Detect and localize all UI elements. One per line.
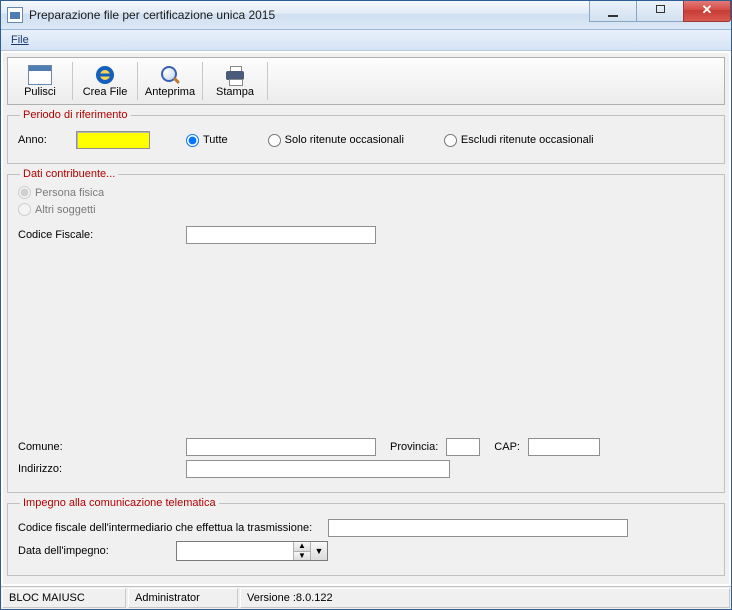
maximize-button[interactable] [636,1,684,22]
label-codice-fiscale: Codice Fiscale: [18,229,178,241]
toolbar-anteprima-label: Anteprima [145,86,195,98]
toolbar-stampa[interactable]: Stampa [203,58,267,104]
ie-icon [93,64,117,86]
input-data-impegno[interactable]: ▲ ▼ ▼ [176,541,328,561]
legend-periodo: Periodo di riferimento [20,109,131,121]
toolbar-pulisci[interactable]: Pulisci [8,58,72,104]
radio-escludi-label: Escludi ritenute occasionali [461,134,594,146]
label-provincia: Provincia: [390,441,438,453]
radio-tutte-label: Tutte [203,134,228,146]
menubar: File [1,30,731,51]
app-icon [7,7,23,23]
input-comune[interactable] [186,438,376,456]
menu-file[interactable]: File [5,32,35,48]
radio-solo-label: Solo ritenute occasionali [285,134,404,146]
close-button[interactable] [683,1,731,22]
printer-icon [223,64,247,86]
toolbar-stampa-label: Stampa [216,86,254,98]
radio-altri-soggetti-label: Altri soggetti [35,204,96,216]
date-spinner[interactable]: ▲ ▼ [293,542,310,560]
magnifier-icon [158,64,182,86]
toolbar-creafile-label: Crea File [83,86,128,98]
fieldset-impegno: Impegno alla comunicazione telematica Co… [7,497,725,576]
fieldset-dati: Dati contribuente... Persona fisica Altr… [7,168,725,493]
toolbar-creafile[interactable]: Crea File [73,58,137,104]
radio-tutte[interactable]: Tutte [186,134,228,147]
label-cap: CAP: [494,441,520,453]
input-indirizzo[interactable] [186,460,450,478]
menu-file-label: File [11,34,29,46]
radio-persona-fisica: Persona fisica [18,186,104,199]
legend-dati: Dati contribuente... [20,168,118,180]
spin-down-icon[interactable]: ▼ [294,552,310,561]
window-title: Preparazione file per certificazione uni… [29,8,275,22]
input-cf-intermediario[interactable] [328,519,628,537]
radio-altri-soggetti-input [18,203,31,216]
toolbar-pulisci-label: Pulisci [24,86,56,98]
date-dropdown-icon[interactable]: ▼ [310,542,327,560]
input-anno[interactable] [76,131,150,149]
label-cf-intermediario: Codice fiscale dell'intermediario che ef… [18,522,312,534]
label-anno: Anno: [18,134,68,146]
toolbar-separator [267,62,268,100]
legend-impegno: Impegno alla comunicazione telematica [20,497,219,509]
toolbar: Pulisci Crea File Anteprima [7,57,725,105]
label-comune: Comune: [18,441,178,453]
window-icon [28,64,52,86]
radio-tutte-input[interactable] [186,134,199,147]
input-provincia[interactable] [446,438,480,456]
window-controls [590,1,731,22]
status-user: Administrator [128,588,238,608]
fieldset-periodo: Periodo di riferimento Anno: Tutte Solo … [7,109,725,164]
input-codice-fiscale[interactable] [186,226,376,244]
radio-escludi[interactable]: Escludi ritenute occasionali [444,134,594,147]
radio-solo-input[interactable] [268,134,281,147]
form-area: Pulisci Crea File Anteprima [2,52,730,585]
status-version: Versione :8.0.122 [240,588,730,608]
status-capslock: BLOC MAIUSC [2,588,126,608]
radio-persona-fisica-input [18,186,31,199]
app-window: Preparazione file per certificazione uni… [0,0,732,610]
radio-persona-fisica-label: Persona fisica [35,187,104,199]
date-text[interactable] [177,542,293,560]
label-indirizzo: Indirizzo: [18,463,178,475]
titlebar: Preparazione file per certificazione uni… [1,1,731,30]
label-data-impegno: Data dell'impegno: [18,545,168,557]
radio-escludi-input[interactable] [444,134,457,147]
toolbar-anteprima[interactable]: Anteprima [138,58,202,104]
statusbar: BLOC MAIUSC Administrator Versione :8.0.… [1,586,731,609]
minimize-button[interactable] [589,1,637,22]
radio-solo[interactable]: Solo ritenute occasionali [268,134,404,147]
input-cap[interactable] [528,438,600,456]
radio-altri-soggetti: Altri soggetti [18,203,96,216]
